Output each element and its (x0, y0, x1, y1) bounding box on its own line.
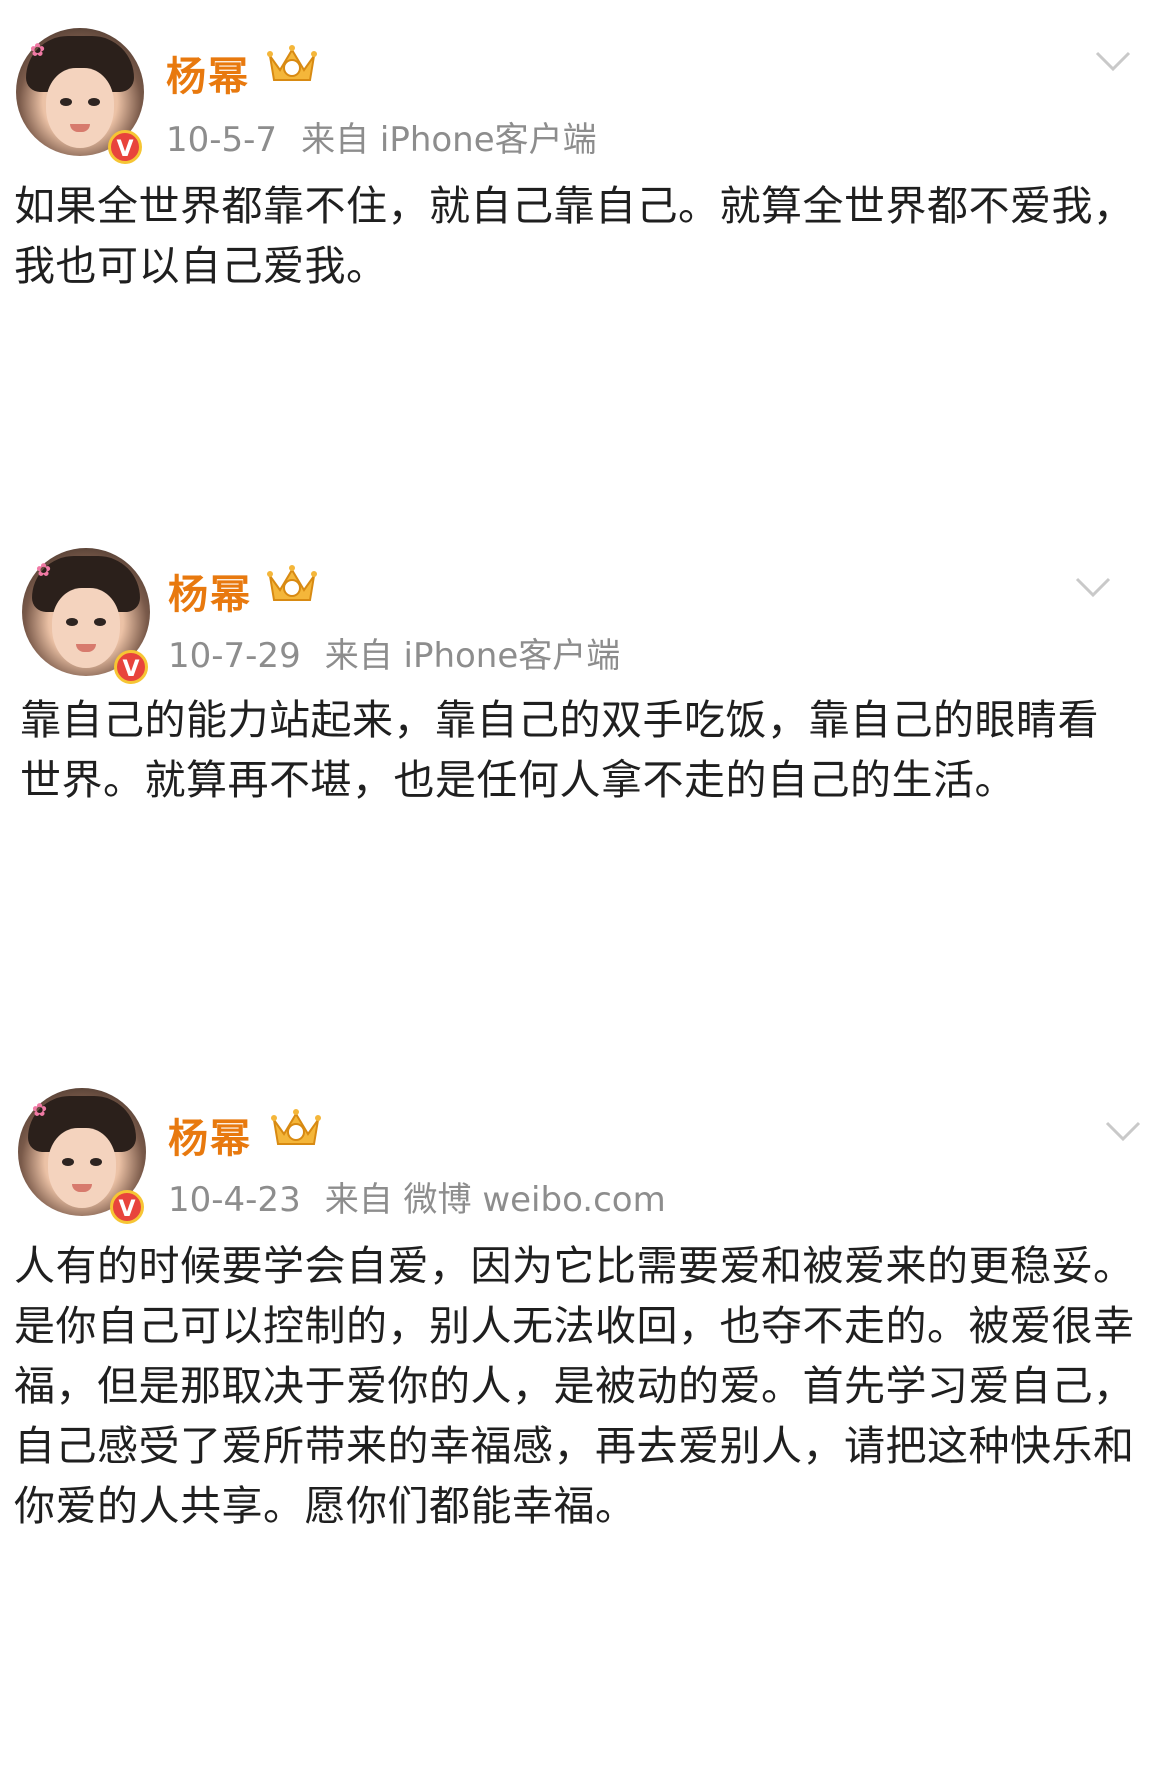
post-meta: 10-4-23 来自 微博 weibo.com (168, 1172, 666, 1221)
chevron-down-icon[interactable] (1095, 50, 1131, 72)
post-text: 靠自己的能力站起来，靠自己的双手吃饭，靠自己的眼睛看世界。就算再不堪，也是任何人… (20, 696, 1099, 804)
chevron-down-icon[interactable] (1105, 1120, 1141, 1142)
flower-icon: ✿ (36, 560, 52, 581)
avatar-mouth (72, 1184, 92, 1192)
flower-icon: ✿ (30, 40, 46, 61)
weibo-post: ✿ V 杨幂 10-5-7 来自 iPhone客户端 如果全世界都靠不住，就自己靠… (0, 0, 1153, 520)
avatar-face (46, 68, 114, 148)
avatar[interactable]: ✿ V (22, 540, 162, 684)
weibo-post: ✿ V 杨幂 10-4-23 来自 微博 weibo.com 人有的时候要学会自爱… (0, 1080, 1153, 1769)
avatar[interactable]: ✿ V (18, 1080, 158, 1224)
avatar-eye (62, 1158, 74, 1166)
vip-crown-icon[interactable] (270, 1106, 322, 1150)
post-text: 如果全世界都靠不住，就自己靠自己。就算全世界都不爱我，我也可以自己爱我。 (14, 182, 1135, 290)
post-date: 10-4-23 (168, 1180, 301, 1220)
post-source[interactable]: 来自 微博 weibo.com (325, 1172, 666, 1221)
avatar-eye (94, 618, 106, 626)
post-meta: 10-5-7 来自 iPhone客户端 (166, 112, 597, 161)
post-date: 10-5-7 (166, 120, 278, 160)
post-meta: 10-7-29 来自 iPhone客户端 (168, 628, 620, 677)
author-name[interactable]: 杨幂 (166, 44, 250, 102)
avatar-eye (90, 1158, 102, 1166)
vip-crown-icon[interactable] (266, 562, 318, 606)
author-name[interactable]: 杨幂 (168, 562, 252, 620)
post-text: 人有的时候要学会自爱，因为它比需要爱和被爱来的更稳妥。是你自己可以控制的，别人无… (14, 1242, 1135, 1530)
chevron-down-icon[interactable] (1075, 576, 1111, 598)
vip-crown-icon[interactable] (266, 42, 318, 86)
avatar-eye (66, 618, 78, 626)
post-source[interactable]: 来自 iPhone客户端 (325, 628, 621, 677)
avatar-eye (88, 98, 100, 106)
post-source[interactable]: 来自 iPhone客户端 (301, 112, 597, 161)
avatar-face (52, 588, 120, 668)
flower-icon: ✿ (32, 1100, 48, 1121)
avatar-face (48, 1128, 116, 1208)
avatar-eye (60, 98, 72, 106)
weibo-post: ✿ V 杨幂 10-7-29 来自 iPhone客户端 靠自己的能力站起来，靠自己… (0, 540, 1153, 1100)
verified-badge-icon: V (110, 1190, 144, 1224)
verified-badge-icon: V (114, 650, 148, 684)
post-date: 10-7-29 (168, 636, 301, 676)
author-name[interactable]: 杨幂 (168, 1106, 252, 1164)
verified-badge-icon: V (108, 130, 142, 164)
avatar-mouth (70, 124, 90, 132)
avatar[interactable]: ✿ V (16, 20, 156, 164)
avatar-mouth (76, 644, 96, 652)
